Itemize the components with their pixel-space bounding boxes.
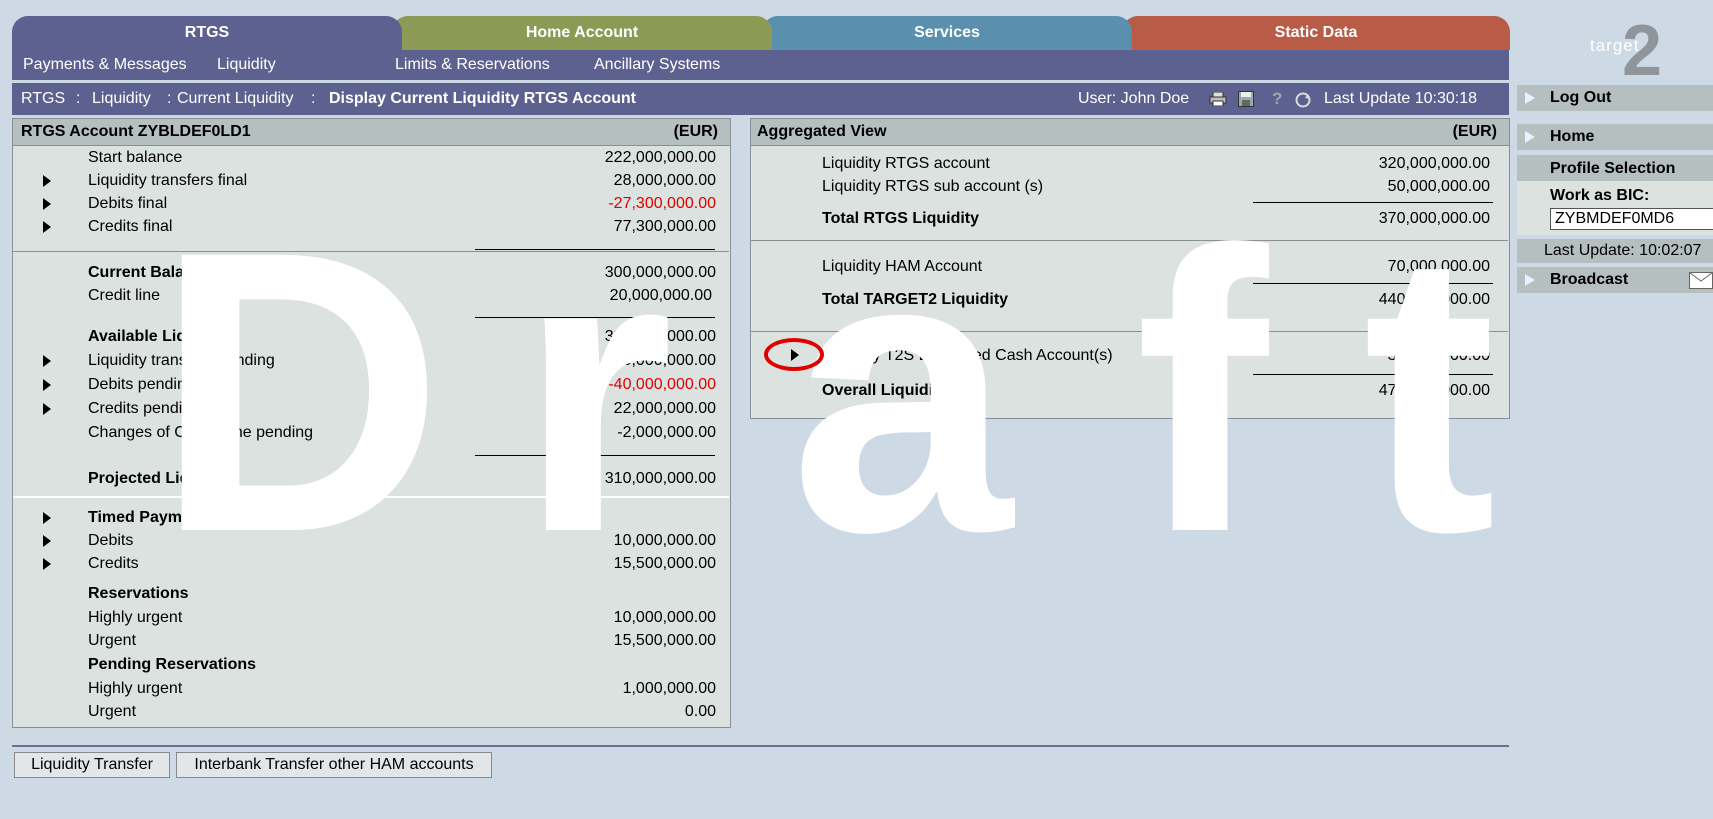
breadcrumb-sep: : [167, 90, 172, 107]
broadcast-label: Broadcast [1550, 271, 1629, 288]
watermark-letter: D [155, 168, 444, 615]
expand-arrow-icon[interactable] [43, 558, 51, 570]
target2-logo: 2 target [1590, 11, 1670, 91]
currency-label: (EUR) [673, 123, 718, 140]
watermark-letter: t [1363, 168, 1497, 615]
expand-arrow-icon[interactable] [43, 512, 51, 524]
row-label: Debits [88, 532, 134, 549]
expand-arrow-icon[interactable] [43, 535, 51, 547]
row-label: Pending Reservations [88, 656, 257, 673]
print-icon[interactable] [1209, 91, 1227, 107]
breadcrumb-sep: : [76, 90, 81, 107]
tab-home-account[interactable]: Home Account [392, 16, 772, 50]
broadcast-button[interactable]: Broadcast [1517, 267, 1713, 293]
row-value: 15,500,000.00 [613, 632, 716, 649]
breadcrumb-sep: : [311, 90, 316, 107]
breadcrumb-liquidity[interactable]: Liquidity [92, 90, 151, 108]
home-label: Home [1550, 128, 1595, 145]
row-label: Credits [88, 555, 139, 572]
last-update-text: Last Update: 10:02:07 [1544, 242, 1702, 259]
user-label: User: John Doe [1078, 90, 1190, 107]
liquidity-transfer-button[interactable]: Liquidity Transfer [14, 752, 170, 778]
watermark-letter: f [1135, 168, 1269, 615]
expand-arrow-icon[interactable] [43, 403, 51, 415]
logo-text: target [1590, 36, 1640, 55]
profile-selection-header: Profile Selection [1517, 155, 1713, 181]
tab-static-data[interactable]: Static Data [1122, 16, 1510, 50]
arrow-right-icon [1525, 92, 1535, 104]
expand-arrow-icon[interactable] [43, 198, 51, 210]
panel-header: RTGS Account ZYBLDEF0LD1 (EUR) [13, 119, 730, 146]
row-value: 1,000,000.00 [622, 680, 716, 697]
expand-arrow-icon[interactable] [43, 221, 51, 233]
row-label: Start balance [88, 149, 183, 166]
tab-rtgs[interactable]: RTGS [12, 16, 402, 50]
expand-arrow-icon[interactable] [43, 379, 51, 391]
watermark-letter: r [518, 168, 674, 615]
subnav-ancillary-systems[interactable]: Ancillary Systems [594, 56, 720, 74]
envelope-icon[interactable] [1689, 272, 1713, 289]
subnav-payments-messages[interactable]: Payments & Messages [23, 56, 187, 74]
subnav-liquidity[interactable]: Liquidity [217, 56, 276, 74]
account-title: RTGS Account ZYBLDEF0LD1 [21, 123, 251, 140]
watermark-letter: a [790, 168, 1013, 615]
aggregated-title: Aggregated View [757, 123, 887, 140]
row-label: Highly urgent [88, 680, 183, 697]
row-value: 0.00 [684, 703, 716, 720]
breadcrumb-current-liquidity[interactable]: Current Liquidity [177, 90, 294, 108]
sidebar-last-update: Last Update: 10:02:07 [1517, 239, 1713, 263]
row-label: Credit line [88, 287, 161, 304]
interbank-transfer-button[interactable]: Interbank Transfer other HAM accounts [176, 752, 492, 778]
work-as-bic-label: Work as BIC: [1550, 187, 1650, 204]
row-label: Urgent [88, 703, 137, 720]
expand-arrow-icon[interactable] [43, 355, 51, 367]
help-icon[interactable]: ? [1272, 89, 1282, 109]
sub-navigation: Payments & Messages Liquidity Limits & R… [12, 50, 1509, 80]
bottom-divider [12, 745, 1509, 747]
subnav-limits-reservations[interactable]: Limits & Reservations [395, 56, 550, 74]
home-button[interactable]: Home [1517, 124, 1713, 150]
bic-input[interactable] [1550, 208, 1713, 230]
page-title: Display Current Liquidity RTGS Account [329, 90, 636, 107]
expand-arrow-icon[interactable] [43, 175, 51, 187]
save-icon[interactable] [1238, 91, 1254, 107]
currency-label: (EUR) [1452, 123, 1497, 140]
panel-header: Aggregated View (EUR) [751, 119, 1509, 146]
tab-services[interactable]: Services [762, 16, 1132, 50]
profile-selection-label: Profile Selection [1550, 160, 1676, 177]
breadcrumb: RTGS : Liquidity : Current Liquidity : D… [12, 83, 1509, 115]
last-update: Last Update 10:30:18 [1324, 90, 1478, 107]
profile-selection-panel: Profile Selection Work as BIC: [1517, 155, 1713, 235]
logout-label: Log Out [1550, 89, 1612, 106]
row-label: Urgent [88, 632, 137, 649]
breadcrumb-rtgs[interactable]: RTGS [21, 90, 65, 108]
refresh-icon[interactable] [1294, 91, 1312, 109]
arrow-right-icon [1525, 131, 1535, 143]
arrow-right-icon [1525, 274, 1535, 286]
logout-button[interactable]: Log Out [1517, 85, 1713, 111]
highlight-circle [764, 338, 824, 371]
row-value: 222,000,000.00 [604, 149, 716, 166]
